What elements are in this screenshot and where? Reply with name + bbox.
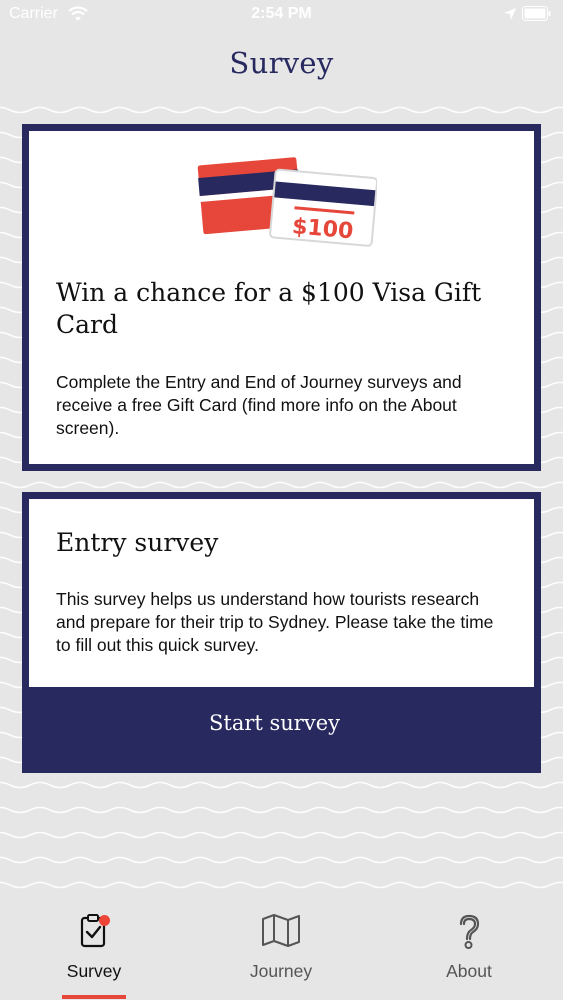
entry-survey-card: Entry survey This survey helps us unders… — [22, 492, 541, 773]
prize-description: Complete the Entry and End of Journey su… — [56, 372, 462, 438]
map-icon — [262, 914, 300, 947]
active-tab-indicator — [62, 995, 126, 999]
tab-bar: Survey Journey About — [0, 898, 563, 1000]
notification-badge — [99, 915, 110, 926]
location-arrow-icon — [504, 8, 516, 20]
battery-icon — [522, 6, 551, 21]
help-icon — [459, 914, 480, 949]
page-title: Survey — [229, 46, 334, 80]
survey-description: This survey helps us understand how tour… — [56, 589, 494, 655]
tab-journey-label: Journey — [249, 961, 313, 981]
start-survey-button[interactable]: Start survey — [15, 687, 534, 759]
tab-about-label: About — [446, 961, 492, 981]
tab-about[interactable]: About — [399, 898, 539, 1000]
tab-survey[interactable]: Survey — [24, 898, 164, 1000]
prize-heading: Win a chance for a $100 Visa Gift Card — [56, 278, 482, 339]
survey-heading: Entry survey — [56, 528, 219, 557]
prize-card: $100 Win a chance for a $100 Visa Gift C… — [22, 124, 541, 471]
status-bar: Carrier 2:54 PM — [0, 0, 563, 30]
gift-card-illustration: $100 — [195, 154, 377, 247]
tab-journey[interactable]: Journey — [211, 898, 351, 1000]
tab-survey-label: Survey — [66, 961, 122, 981]
clock: 2:54 PM — [251, 5, 312, 22]
gift-card-amount: $100 — [291, 214, 354, 244]
